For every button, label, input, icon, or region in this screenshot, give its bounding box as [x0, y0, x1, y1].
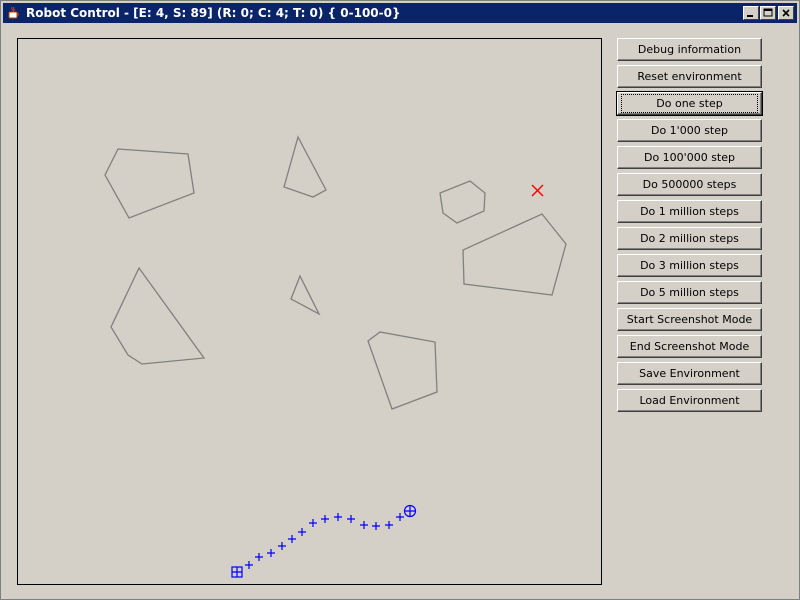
environment-drawing: [104, 135, 567, 578]
robot-control-window: Robot Control - [E: 4, S: 89] (R: 0; C: …: [0, 0, 800, 600]
do-500000-steps-button[interactable]: Do 500000 steps: [617, 173, 762, 196]
obstacle: [290, 274, 321, 316]
button-label: Do 1'000 step: [650, 123, 728, 137]
control-buttons: Debug information Reset environment Do o…: [617, 38, 762, 416]
do-3-million-steps-button[interactable]: Do 3 million steps: [617, 254, 762, 277]
button-label: Do one step: [621, 93, 758, 113]
button-label: Start Screenshot Mode: [626, 312, 753, 326]
title-bar[interactable]: Robot Control - [E: 4, S: 89] (R: 0; C: …: [3, 3, 797, 23]
button-label: Do 5 million steps: [640, 285, 739, 299]
do-one-step-button[interactable]: Do one step: [617, 92, 762, 115]
minimize-button[interactable]: [743, 6, 759, 20]
obstacle: [110, 266, 206, 365]
do-1-million-steps-button[interactable]: Do 1 million steps: [617, 200, 762, 223]
button-label: Do 1 million steps: [640, 204, 739, 218]
obstacle: [462, 213, 567, 296]
minimize-icon: [747, 15, 753, 17]
reset-environment-button[interactable]: Reset environment: [617, 65, 762, 88]
button-label: End Screenshot Mode: [629, 339, 750, 353]
button-label: Do 2 million steps: [640, 231, 739, 245]
do-1000-step-button[interactable]: Do 1'000 step: [617, 119, 762, 142]
do-2-million-steps-button[interactable]: Do 2 million steps: [617, 227, 762, 250]
button-label: Reset environment: [637, 69, 742, 83]
window-title: Robot Control - [E: 4, S: 89] (R: 0; C: …: [26, 6, 401, 20]
maximize-icon: [763, 8, 773, 17]
maximize-button[interactable]: [760, 6, 776, 20]
do-100000-step-button[interactable]: Do 100'000 step: [617, 146, 762, 169]
obstacle: [439, 180, 486, 224]
java-cup-icon: [6, 5, 22, 21]
close-button[interactable]: [778, 6, 794, 20]
save-environment-button[interactable]: Save Environment: [617, 362, 762, 385]
do-5-million-steps-button[interactable]: Do 5 million steps: [617, 281, 762, 304]
start-screenshot-mode-button[interactable]: Start Screenshot Mode: [617, 308, 762, 331]
button-label: Load Environment: [639, 393, 740, 407]
button-label: Save Environment: [639, 366, 740, 380]
end-screenshot-mode-button[interactable]: End Screenshot Mode: [617, 335, 762, 358]
goal-marker: [531, 184, 544, 197]
button-label: Debug information: [637, 42, 742, 56]
close-icon: [782, 9, 790, 17]
robot-path: [231, 504, 417, 578]
obstacle: [283, 135, 327, 198]
environment-canvas[interactable]: [17, 38, 602, 585]
obstacle: [367, 331, 438, 410]
button-label: Do 500000 steps: [642, 177, 737, 191]
button-label: Do 3 million steps: [640, 258, 739, 272]
obstacle: [104, 148, 195, 219]
button-label: Do 100'000 step: [643, 150, 735, 164]
debug-information-button[interactable]: Debug information: [617, 38, 762, 61]
load-environment-button[interactable]: Load Environment: [617, 389, 762, 412]
